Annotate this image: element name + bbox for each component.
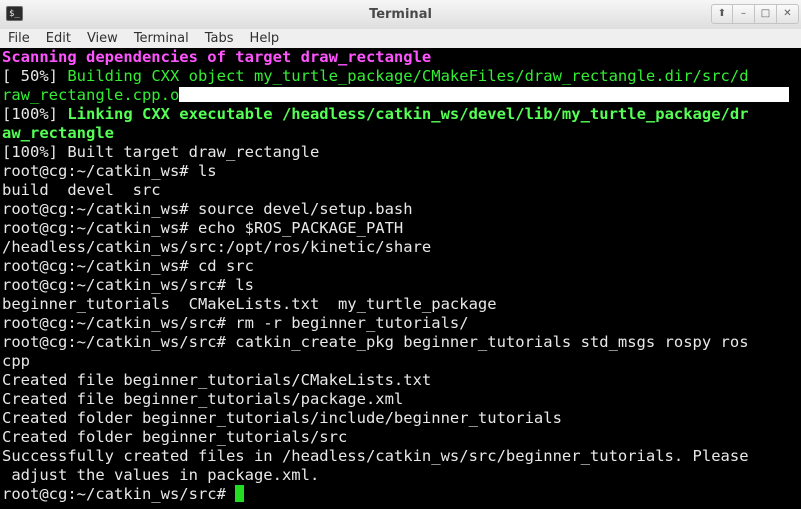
build-message-cont: raw_rectangle.cpp.o bbox=[2, 86, 180, 104]
menu-help[interactable]: Help bbox=[242, 31, 288, 46]
text-cursor bbox=[235, 485, 245, 502]
menu-terminal[interactable]: Terminal bbox=[126, 31, 197, 46]
terminal-line: /headless/catkin_ws/src:/opt/ros/kinetic… bbox=[2, 238, 432, 256]
shade-button[interactable]: ⬆ bbox=[711, 4, 733, 24]
title-bar[interactable]: $_ Terminal ⬆ – □ ✕ bbox=[0, 0, 801, 30]
shell-prompt: root@cg:~/catkin_ws/src# bbox=[2, 485, 236, 503]
terminal-line: [ 50%] Building CXX object my_turtle_pac… bbox=[2, 67, 801, 86]
progress-prefix: [100%] bbox=[2, 105, 68, 123]
terminal-line: root@cg:~/catkin_ws# source devel/setup.… bbox=[2, 200, 413, 218]
terminal-line: [100%] Built target draw_rectangle bbox=[2, 143, 320, 161]
terminal-line: root@cg:~/catkin_ws/src# catkin_create_p… bbox=[2, 333, 749, 351]
terminal-line: build devel src bbox=[2, 181, 161, 199]
menu-tabs[interactable]: Tabs bbox=[197, 31, 242, 46]
terminal-line: cpp bbox=[2, 352, 30, 370]
terminal-line: root@cg:~/catkin_ws/src# rm -r beginner_… bbox=[2, 314, 469, 332]
terminal-line: Created file beginner_tutorials/package.… bbox=[2, 390, 404, 408]
menu-file[interactable]: File bbox=[0, 31, 38, 46]
link-message: Linking CXX executable /headless/catkin_… bbox=[67, 105, 749, 123]
terminal-line: Successfully created files in /headless/… bbox=[2, 447, 749, 465]
terminal-line: Created folder beginner_tutorials/src bbox=[2, 428, 348, 446]
minimize-button[interactable]: – bbox=[733, 4, 755, 24]
menu-bar: File Edit View Terminal Tabs Help bbox=[0, 29, 801, 48]
terminal-line: aw_rectangle bbox=[2, 124, 114, 142]
window-title: Terminal bbox=[369, 7, 432, 22]
prompt-line[interactable]: root@cg:~/catkin_ws/src# bbox=[2, 485, 801, 504]
terminal-line: raw_rectangle.cpp.o bbox=[2, 86, 801, 105]
terminal-line: Created file beginner_tutorials/CMakeLis… bbox=[2, 371, 432, 389]
terminal-line: adjust the values in package.xml. bbox=[2, 466, 320, 484]
terminal-line: root@cg:~/catkin_ws/src# ls bbox=[2, 276, 254, 294]
terminal-line: [100%] Linking CXX executable /headless/… bbox=[2, 105, 801, 124]
terminal-line: Scanning dependencies of target draw_rec… bbox=[2, 48, 432, 66]
terminal-line: root@cg:~/catkin_ws# cd src bbox=[2, 257, 254, 275]
close-button[interactable]: ✕ bbox=[777, 4, 799, 24]
build-message: Building CXX object my_turtle_package/CM… bbox=[67, 67, 749, 85]
terminal-window: $_ Terminal ⬆ – □ ✕ File Edit View Termi… bbox=[0, 0, 801, 509]
selection-highlight bbox=[179, 87, 790, 102]
window-controls: ⬆ – □ ✕ bbox=[711, 4, 799, 24]
progress-prefix: [ 50%] bbox=[2, 67, 68, 85]
terminal-line: beginner_tutorials CMakeLists.txt my_tur… bbox=[2, 295, 497, 313]
menu-view[interactable]: View bbox=[79, 31, 126, 46]
menu-edit[interactable]: Edit bbox=[38, 31, 79, 46]
terminal-output[interactable]: Scanning dependencies of target draw_rec… bbox=[0, 48, 801, 509]
terminal-line: Created folder beginner_tutorials/includ… bbox=[2, 409, 562, 427]
terminal-line: root@cg:~/catkin_ws# echo $ROS_PACKAGE_P… bbox=[2, 219, 404, 237]
maximize-button[interactable]: □ bbox=[755, 4, 777, 24]
terminal-line: root@cg:~/catkin_ws# ls bbox=[2, 162, 217, 180]
